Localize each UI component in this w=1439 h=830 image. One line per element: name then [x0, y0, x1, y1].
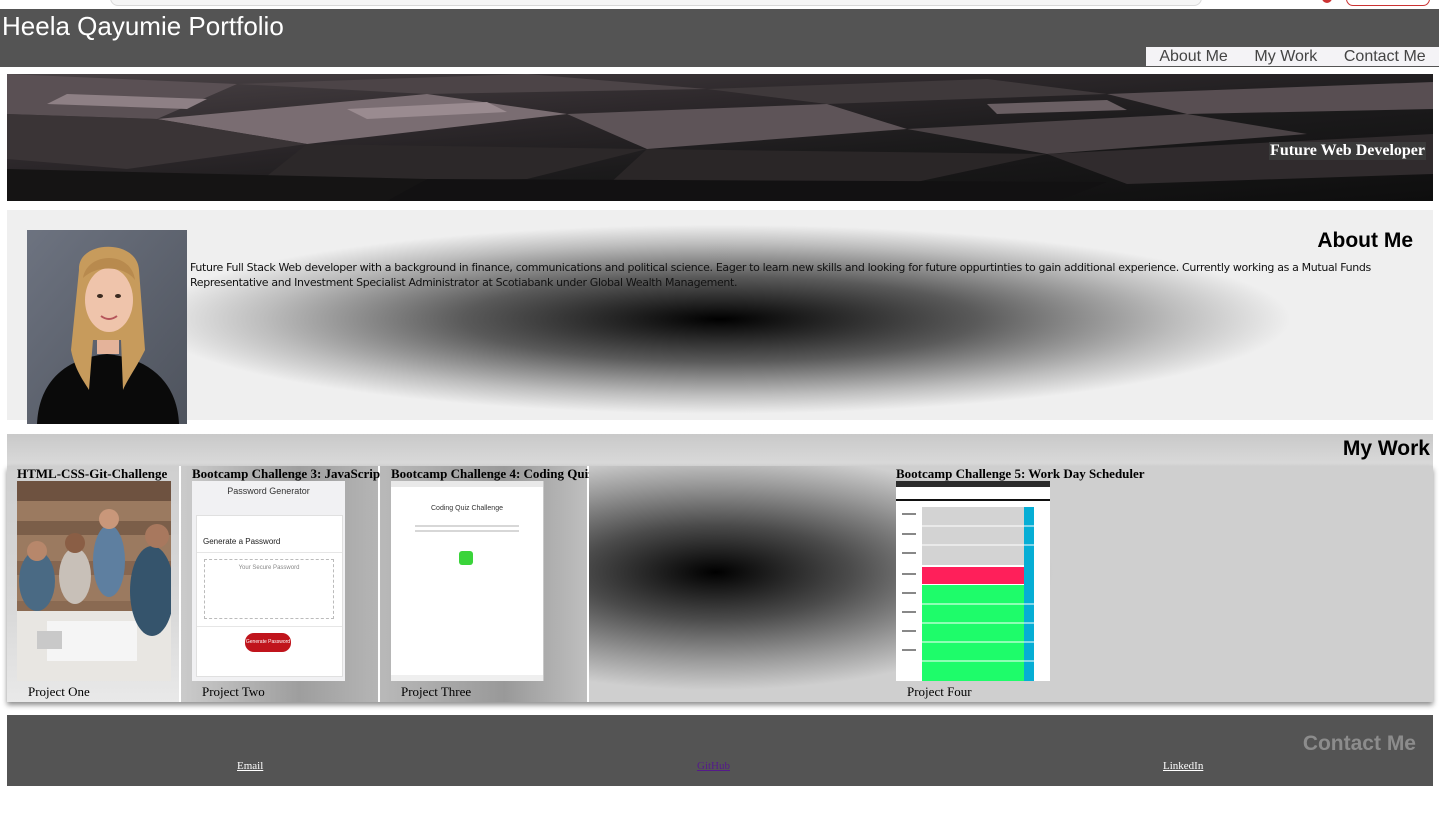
- project-title: Bootcamp Challenge 3: JavaScript: [192, 466, 385, 481]
- browser-bar: [391, 481, 543, 487]
- project-title: Bootcamp Challenge 4: Coding Quiz: [391, 466, 594, 481]
- project-card-2[interactable]: Bootcamp Challenge 3: JavaScript Passwor…: [181, 466, 384, 702]
- browser-pill-button[interactable]: [1346, 0, 1430, 6]
- project-label: Project Three: [401, 684, 472, 699]
- profile-photo: [27, 230, 187, 424]
- quiz-text-line: [415, 525, 519, 527]
- project-four-image[interactable]: [896, 481, 1050, 681]
- password-generator-card: Generate a Password Your Secure Password…: [196, 515, 343, 677]
- browser-top-strip: [0, 0, 1439, 9]
- nav-link-my-work[interactable]: My Work: [1254, 47, 1317, 66]
- project-label: Project Two: [202, 684, 265, 699]
- project-title: HTML-CSS-Git-Challenge: [17, 466, 168, 481]
- project-card-1[interactable]: HTML-CSS-Git-Challenge Project One: [7, 466, 179, 702]
- project-title: Bootcamp Challenge 5: Work Day Scheduler: [896, 466, 1145, 481]
- divider: [197, 552, 342, 553]
- browser-tab-shape: [110, 0, 1202, 6]
- hero-tagline: Future Web Developer: [1269, 142, 1426, 160]
- start-quiz-button: [459, 551, 473, 565]
- contact-section: Contact Me Email GitHub LinkedIn: [7, 715, 1433, 786]
- site-title: Heela Qayumie Portfolio: [2, 11, 284, 41]
- password-generator-title: Password Generator: [227, 486, 310, 496]
- my-work-title: My Work: [1342, 437, 1430, 460]
- project-one-image[interactable]: [17, 481, 171, 681]
- quiz-text-line: [415, 530, 519, 532]
- hero-background-image: [7, 74, 1433, 201]
- password-output-field: Your Secure Password: [204, 559, 334, 619]
- my-work-header: My Work: [7, 434, 1433, 466]
- nav-link-about-me[interactable]: About Me: [1159, 47, 1227, 66]
- about-text: Future Full Stack Web developer with a b…: [190, 261, 1371, 289]
- project-two-image[interactable]: Password Generator Generate a Password Y…: [192, 481, 345, 681]
- github-link[interactable]: GitHub: [697, 760, 730, 772]
- project-card-3[interactable]: Bootcamp Challenge 4: Coding Quiz Coding…: [380, 466, 594, 702]
- contact-title: Contact Me: [1302, 732, 1416, 755]
- quiz-title: Coding Quiz Challenge: [431, 505, 503, 512]
- project-three-image[interactable]: Coding Quiz Challenge: [391, 481, 544, 681]
- password-generator-heading: Generate a Password: [203, 537, 281, 546]
- linkedin-link[interactable]: LinkedIn: [1163, 760, 1203, 772]
- project-label: Project Four: [907, 684, 972, 699]
- browser-record-dot: [1322, 0, 1332, 3]
- divider: [197, 626, 342, 627]
- main-nav: About Me My Work Contact Me: [1146, 47, 1439, 66]
- generate-password-button: Generate Password: [245, 633, 291, 652]
- email-link[interactable]: Email: [237, 760, 263, 772]
- project-label: Project One: [28, 684, 90, 699]
- about-section: About Me Future Full Stack Web developer…: [7, 210, 1433, 424]
- project-card-4[interactable]: Bootcamp Challenge 5: Work Day Scheduler: [589, 466, 1433, 702]
- my-work-section: HTML-CSS-Git-Challenge Project One Bootc…: [7, 466, 1433, 702]
- about-title: About Me: [1317, 229, 1413, 252]
- site-header: Heela Qayumie Portfolio About Me My Work…: [0, 9, 1439, 67]
- taskbar: [391, 675, 543, 681]
- hero-banner: Future Web Developer: [7, 74, 1433, 201]
- nav-link-contact-me[interactable]: Contact Me: [1344, 47, 1426, 66]
